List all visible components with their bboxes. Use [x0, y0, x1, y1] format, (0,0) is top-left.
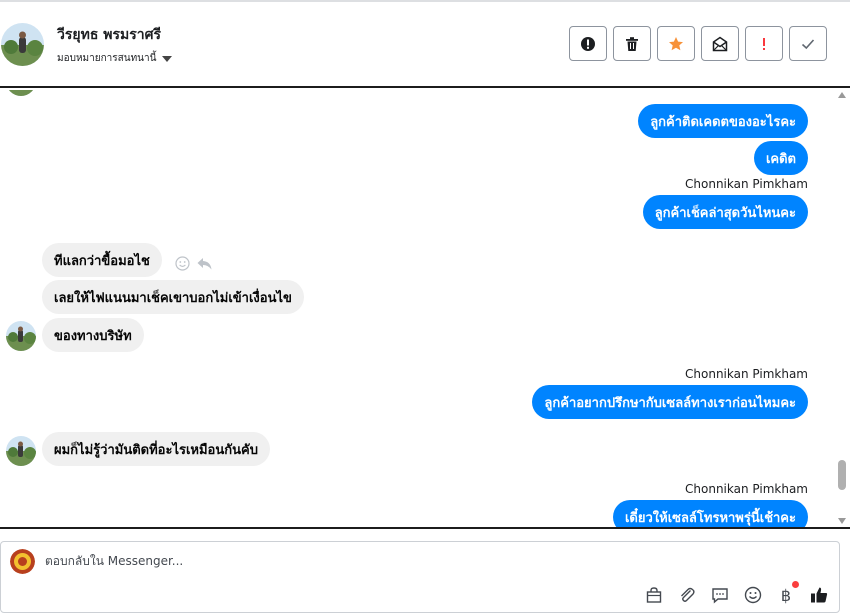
reply-composer: ฿ — [0, 541, 840, 613]
mark-done-button[interactable] — [789, 26, 827, 61]
envelope-icon — [712, 36, 728, 51]
thumbs-up-icon — [811, 587, 828, 603]
message-bubble-outgoing[interactable]: ลูกค้าอยากปรึกษากับเซลล์ทางเราก่อนไหมคะ — [532, 385, 808, 419]
contact-avatar[interactable] — [1, 23, 44, 66]
conversation-header: วีรยุทธ พรมราศรี มอบหมายการสนทนานี้ — [0, 0, 850, 88]
scroll-down-arrow-icon[interactable] — [838, 518, 846, 524]
message-thread[interactable]: ลูกค้าติดเคดตของอะไรคะ เคดิต Chonnikan P… — [0, 90, 850, 527]
emoji-icon[interactable] — [175, 256, 190, 271]
message-bubble-incoming[interactable]: ของทางบริษัท — [42, 318, 144, 352]
page-avatar — [10, 549, 35, 574]
reply-input[interactable] — [45, 550, 645, 572]
top-divider — [0, 0, 850, 2]
delete-button[interactable] — [613, 26, 651, 61]
emoji-icon — [744, 586, 762, 604]
mark-spam-button[interactable] — [569, 26, 607, 61]
attach-button[interactable] — [677, 585, 697, 605]
contact-avatar-small — [6, 321, 36, 351]
message-tools — [175, 256, 213, 271]
caret-down-icon — [162, 55, 173, 62]
star-button[interactable] — [657, 26, 695, 61]
assign-label: มอบหมายการสนทนานี้ — [57, 53, 157, 64]
action-toolbar — [569, 26, 827, 61]
message-bubble-outgoing[interactable]: ลูกค้าเช็คล่าสุดวันไหนคะ — [642, 195, 808, 229]
paperclip-icon — [681, 587, 695, 602]
baht-icon: ฿ — [780, 585, 792, 605]
scrollbar[interactable] — [837, 92, 847, 524]
message-bubble-incoming[interactable]: ผมก็ไม่รู้ว่ามันติดที่อะไรเหมือนกันคับ — [42, 432, 270, 466]
check-icon — [801, 38, 815, 49]
composer-divider — [0, 527, 850, 529]
scrollbar-thumb[interactable] — [838, 460, 846, 490]
like-button[interactable] — [809, 585, 829, 605]
message-bubble-outgoing[interactable]: ลูกค้าติดเคดตของอะไรคะ — [638, 104, 808, 138]
trash-icon — [626, 36, 638, 51]
message-bubble-outgoing[interactable]: เคดิต — [753, 141, 808, 175]
follow-up-button[interactable] — [745, 26, 783, 61]
sender-name: Chonnikan Pimkham — [685, 482, 808, 496]
exclamation-icon — [763, 37, 765, 50]
quick-reply-icon — [712, 588, 728, 604]
scroll-up-arrow-icon[interactable] — [838, 92, 846, 98]
mark-unread-button[interactable] — [701, 26, 739, 61]
contact-avatar-small — [6, 436, 36, 466]
bag-icon — [646, 587, 662, 603]
message-bubble-incoming[interactable]: ทีแลกว่าขื้อมอไช — [42, 243, 162, 277]
shop-button[interactable] — [644, 585, 664, 605]
saved-replies-button[interactable] — [710, 585, 730, 605]
composer-toolbar: ฿ — [644, 581, 829, 605]
notification-dot — [792, 581, 799, 588]
contact-name: วีรยุทธ พรมราศรี — [57, 27, 161, 43]
payment-button[interactable]: ฿ — [776, 581, 799, 605]
star-icon — [669, 36, 683, 50]
alert-circle-icon — [581, 36, 595, 51]
message-bubble-outgoing[interactable]: เดี๋ยวให้เซลล์โทรหาพรุ่นี้เช้าคะ — [612, 500, 808, 527]
sender-name: Chonnikan Pimkham — [685, 367, 808, 381]
emoji-button[interactable] — [743, 585, 763, 605]
contact-avatar-small — [6, 90, 36, 96]
assign-conversation-dropdown[interactable]: มอบหมายการสนทนานี้ — [57, 51, 173, 66]
message-bubble-incoming[interactable]: เลยให้ไฟแนนมาเช็คเขาบอกไม่เข้าเงื่อนไข — [42, 280, 304, 314]
reply-icon[interactable] — [196, 256, 213, 271]
sender-name: Chonnikan Pimkham — [685, 177, 808, 191]
